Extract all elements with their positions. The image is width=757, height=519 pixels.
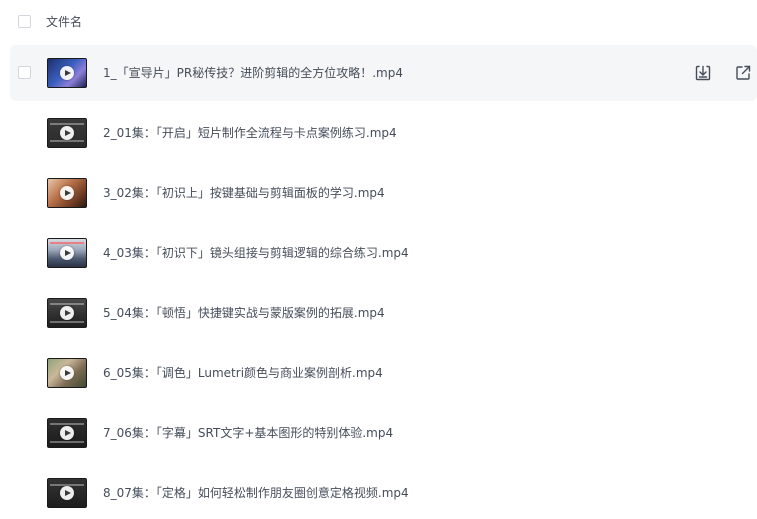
file-list: 文件名 1_「宣导片」PR秘传技？进阶剪辑的全方位攻略！.mp4 2_01集：「…	[0, 0, 757, 519]
video-thumbnail[interactable]	[47, 418, 87, 448]
file-row[interactable]: 2_01集：「开启」短片制作全流程与卡点案例练习.mp4	[10, 105, 757, 161]
play-icon	[60, 126, 74, 140]
thumbnail-detail	[50, 441, 84, 443]
thumbnail-detail	[50, 321, 84, 323]
thumbnail-detail	[50, 423, 84, 425]
play-icon	[60, 306, 74, 320]
play-icon	[60, 426, 74, 440]
thumbnail-detail	[50, 303, 84, 305]
file-name[interactable]: 7_06集：「字幕」SRT文字+基本图形的特别体验.mp4	[103, 425, 393, 441]
file-name[interactable]: 6_05集：「调色」Lumetri颜色与商业案例剖析.mp4	[103, 365, 383, 381]
video-thumbnail[interactable]	[47, 298, 87, 328]
file-name[interactable]: 4_03集：「初识下」镜头组接与剪辑逻辑的综合练习.mp4	[103, 245, 409, 261]
file-row[interactable]: 4_03集：「初识下」镜头组接与剪辑逻辑的综合练习.mp4	[10, 225, 757, 281]
thumbnail-detail	[50, 140, 84, 142]
play-icon	[60, 486, 74, 500]
file-name[interactable]: 8_07集：「定格」如何轻松制作朋友圈创意定格视频.mp4	[103, 485, 409, 501]
file-name[interactable]: 5_04集：「顿悟」快捷键实战与蒙版案例的拓展.mp4	[103, 305, 385, 321]
file-row[interactable]: 6_05集：「调色」Lumetri颜色与商业案例剖析.mp4	[10, 345, 757, 401]
file-row[interactable]: 1_「宣导片」PR秘传技？进阶剪辑的全方位攻略！.mp4	[10, 45, 757, 101]
file-row[interactable]: 3_02集：「初识上」按键基础与剪辑面板的学习.mp4	[10, 165, 757, 221]
thumbnail-detail	[50, 123, 84, 125]
download-icon[interactable]	[694, 64, 712, 82]
file-row[interactable]: 7_06集：「字幕」SRT文字+基本图形的特别体验.mp4	[10, 405, 757, 461]
thumbnail-detail	[50, 242, 84, 244]
play-icon	[60, 186, 74, 200]
play-icon	[60, 246, 74, 260]
list-header: 文件名	[0, 0, 757, 44]
video-thumbnail[interactable]	[47, 58, 87, 88]
file-name[interactable]: 1_「宣导片」PR秘传技？进阶剪辑的全方位攻略！.mp4	[103, 65, 403, 81]
file-row[interactable]: 5_04集：「顿悟」快捷键实战与蒙版案例的拓展.mp4	[10, 285, 757, 341]
row-checkbox[interactable]	[18, 66, 31, 79]
select-all-checkbox[interactable]	[18, 15, 31, 28]
video-thumbnail[interactable]	[47, 238, 87, 268]
file-name[interactable]: 3_02集：「初识上」按键基础与剪辑面板的学习.mp4	[103, 185, 385, 201]
video-thumbnail[interactable]	[47, 178, 87, 208]
file-row[interactable]: 8_07集：「定格」如何轻松制作朋友圈创意定格视频.mp4	[10, 465, 757, 519]
play-icon	[60, 366, 74, 380]
play-icon	[60, 66, 74, 80]
file-name[interactable]: 2_01集：「开启」短片制作全流程与卡点案例练习.mp4	[103, 125, 397, 141]
video-thumbnail[interactable]	[47, 118, 87, 148]
share-icon[interactable]	[734, 64, 752, 82]
column-header-filename[interactable]: 文件名	[46, 14, 82, 30]
video-thumbnail[interactable]	[47, 358, 87, 388]
video-thumbnail[interactable]	[47, 478, 87, 508]
